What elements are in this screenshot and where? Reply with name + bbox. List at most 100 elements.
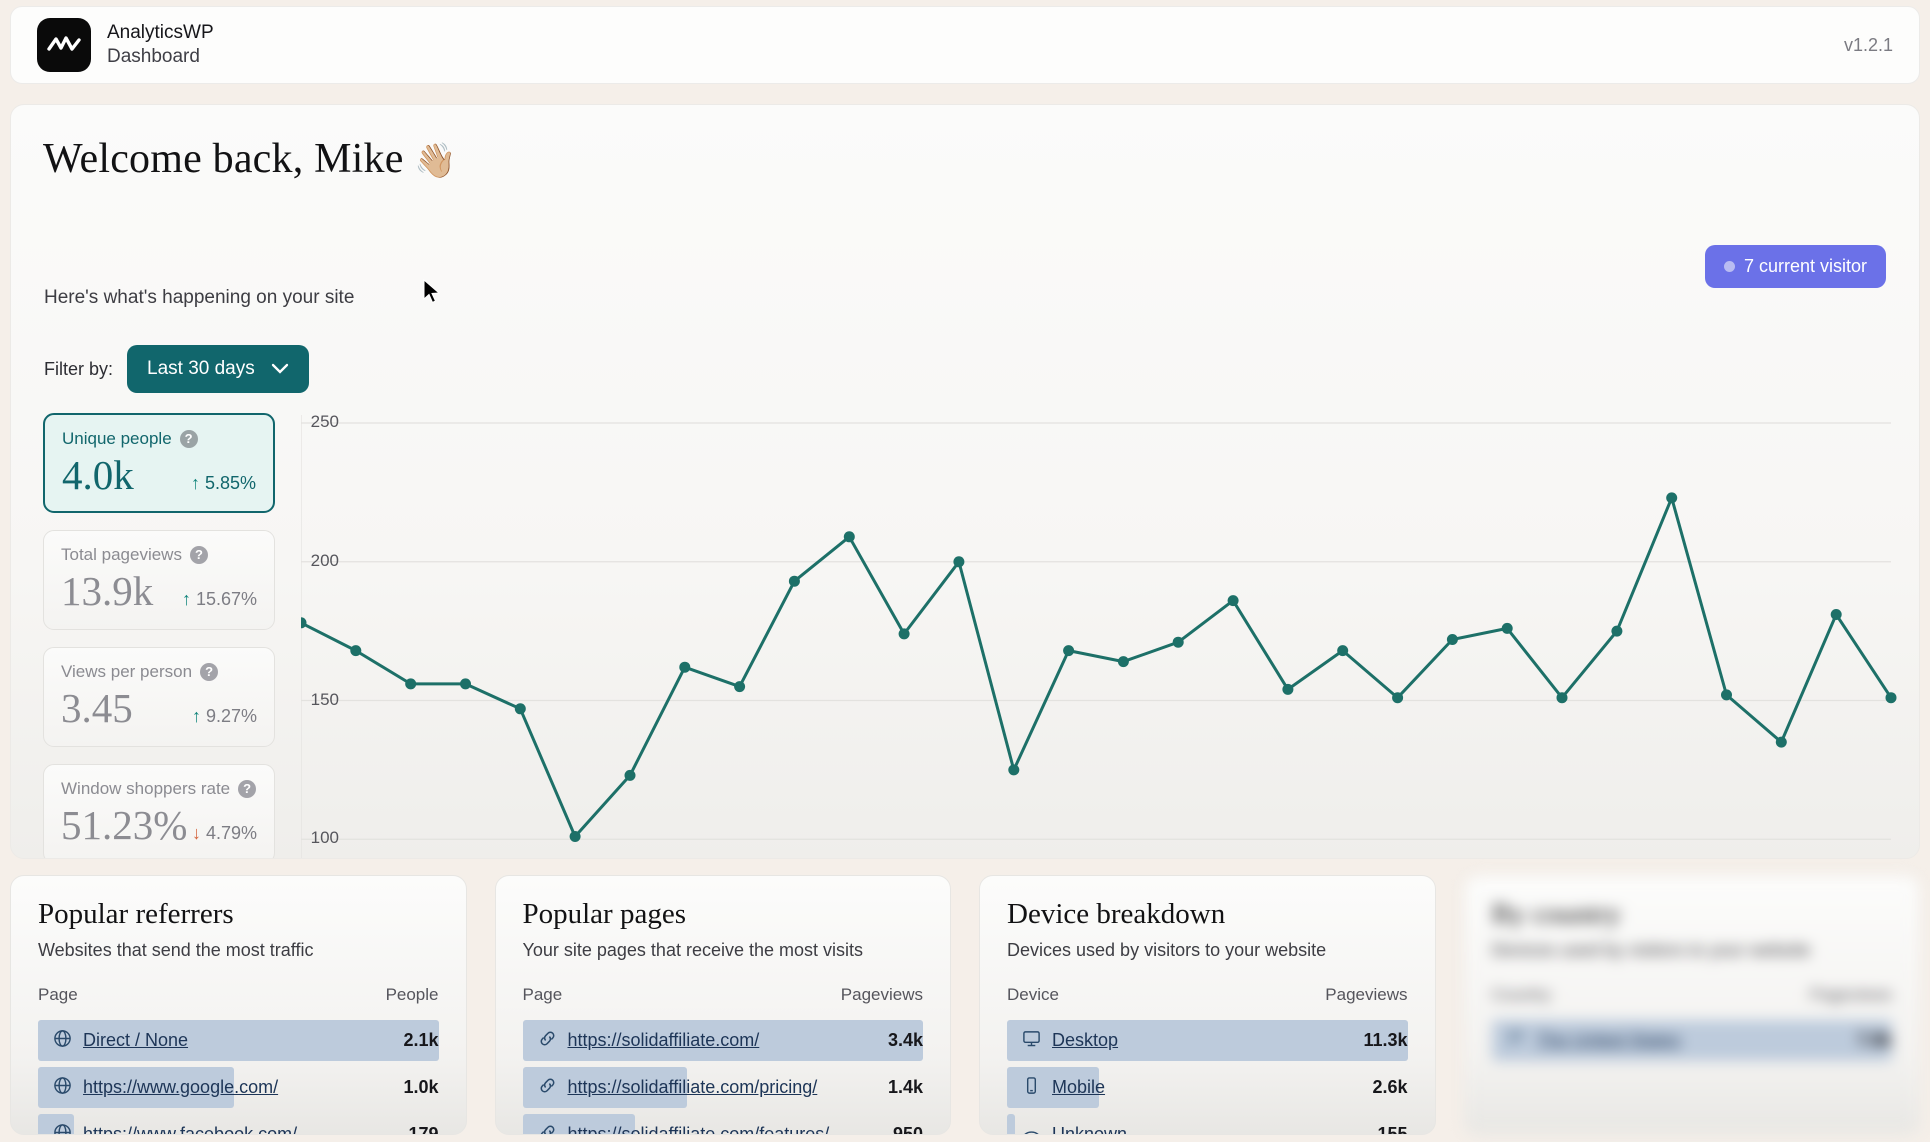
table-row[interactable]: Desktop 11.3k [1007,1017,1408,1064]
page-subtitle: Here's what's happening on your site [44,287,355,308]
card-subtitle: Your site pages that receive the most vi… [522,940,864,960]
arrow-up-icon: ↑ [181,589,191,609]
row-label-link[interactable]: https://www.google.com/ [83,1077,278,1098]
metric-value: 13.9k [61,568,154,614]
metric-value-row: 3.45 ↑ 9.27% [61,684,257,732]
card-row-list: Desktop 11.3k Mobile 2.6k Unknown 155 [1007,1017,1408,1135]
row-label-link[interactable]: https://solidaffiliate.com/features/ [568,1124,830,1134]
arrow-up-icon: ↑ [190,473,200,493]
table-row[interactable]: https://solidaffiliate.com/pricing/1.4k [522,1064,923,1111]
metric-delta-value: 4.79% [205,823,257,843]
row-value: 11.3k [1363,1030,1408,1050]
help-icon[interactable]: ? [179,430,198,448]
metric-label: Total pageviews [61,545,182,564]
row-label-link[interactable]: https://www.facebook.com/ [83,1124,297,1134]
row-value: 2.6k [1372,1077,1408,1097]
card-row-list: https://solidaffiliate.com/3.4k https://s… [522,1017,923,1135]
table-row[interactable]: Direct / None 2.1k [38,1017,439,1064]
metric-value: 3.45 [61,685,133,731]
table-row[interactable]: Unknown 155 [1007,1111,1408,1135]
link-icon [538,1029,557,1053]
metric-delta-value: 5.85% [204,473,256,493]
row-label-link[interactable]: Desktop [1052,1030,1118,1051]
row-value: 1.0k [403,1077,439,1097]
column-header-left: Page [38,985,78,1004]
metric-card-window-shoppers-rate[interactable]: Window shoppers rate ? 51.23% ↓ 4.79% [43,764,275,858]
chart-y-tick: 250 [310,412,339,431]
row-label-group: https://solidaffiliate.com/ [523,1029,760,1053]
metric-label-row: Window shoppers rate ? [61,779,257,799]
metric-label: Window shoppers rate [61,779,231,798]
version-label: v1.2.1 [1843,34,1893,55]
overview-panel: Welcome back, Mike 👋🏼 Here's what's happ… [10,104,1920,859]
metric-value: 51.23% [61,802,188,848]
column-header-right: Pageviews [840,985,923,1004]
card-title: Popular referrers [38,898,234,930]
aw-logo-icon [37,18,91,72]
metric-card-views-per-person[interactable]: Views per person ? 3.45 ↑ 9.27% [43,647,275,747]
card-title: By country [1491,898,1622,930]
page-title: Welcome back, Mike 👋🏼 [43,135,457,183]
brand-subtitle: Dashboard [107,46,200,67]
globe-icon [53,1029,72,1053]
row-value: 7.8k [1856,1030,1892,1050]
row-label-group: Desktop [1007,1029,1118,1053]
column-header-left: Page [522,985,563,1004]
app-header: AnalyticsWP Dashboard v1.2.1 [10,6,1920,84]
help-icon[interactable]: ? [189,546,208,564]
row-label-group: Direct / None [38,1029,188,1053]
date-range-dropdown[interactable]: Last 30 days [127,345,309,393]
unknown-device-icon [1022,1123,1041,1134]
metric-card-unique-people[interactable]: Unique people ? 4.0k ↑ 5.85% [43,413,275,513]
row-value: 950 [892,1124,923,1135]
column-header-right: Pageviews [1809,985,1892,1004]
metric-delta: ↓ 4.79% [192,823,257,844]
table-row[interactable]: https://solidaffiliate.com/features/950 [522,1111,923,1135]
card-column-headers: Page People [38,985,439,1009]
wave-icon: 👋🏼 [414,143,457,180]
row-label-link[interactable]: Mobile [1052,1077,1105,1098]
filter-row: Filter by: Last 30 days [44,345,309,393]
table-row[interactable]: https://www.google.com/1.0k [38,1064,439,1111]
chart-y-tick: 200 [310,550,339,570]
help-icon[interactable]: ? [200,663,219,681]
arrow-up-icon: ↑ [191,706,201,726]
table-row[interactable]: Mobile 2.6k [1007,1064,1408,1111]
arrow-down-icon: ↓ [191,823,201,843]
filter-label: Filter by: [44,358,114,379]
mobile-icon [1022,1076,1041,1100]
current-visitors-label: 7 current visitor [1743,256,1867,276]
row-label-link[interactable]: The United States [1537,1030,1681,1051]
card-row-list: The United States 7.8k [1491,1017,1892,1064]
row-label-group: The United States [1492,1029,1681,1053]
help-icon[interactable]: ? [238,780,257,798]
table-row[interactable]: https://www.facebook.com/179 [38,1111,439,1134]
metric-label: Views per person [61,662,193,681]
table-row[interactable]: https://solidaffiliate.com/3.4k [522,1017,923,1064]
metric-label-row: Views per person ? [61,662,257,682]
row-label-link[interactable]: https://solidaffiliate.com/ [568,1030,760,1051]
metric-label: Unique people [62,429,172,448]
row-label-link[interactable]: Unknown [1052,1124,1127,1134]
metric-card-total-pageviews[interactable]: Total pageviews ? 13.9k ↑ 15.67% [43,530,275,630]
card-title: Popular pages [522,898,687,930]
row-value: 155 [1377,1124,1408,1135]
card-column-headers: Device Pageviews [1007,985,1408,1009]
row-label-link[interactable]: https://solidaffiliate.com/pricing/ [568,1077,818,1098]
brand-block: AnalyticsWP Dashboard [107,21,214,69]
column-header-left: Country [1491,985,1552,1004]
metric-value-row: 51.23% ↓ 4.79% [61,801,257,849]
desktop-icon [1022,1029,1041,1053]
mouse-cursor-icon [423,278,441,304]
metric-delta-value: 15.67% [195,589,257,609]
insight-card-device-breakdown: Device breakdown Devices used by visitors… [979,875,1436,1135]
status-badge[interactable]: 7 current visitor [1704,245,1886,288]
row-label-link[interactable]: Direct / None [83,1030,188,1051]
column-header-right: Pageviews [1325,985,1408,1004]
link-icon [538,1123,557,1134]
table-row[interactable]: The United States 7.8k [1491,1017,1892,1064]
row-value: 2.1k [403,1030,439,1050]
metric-delta-value: 9.27% [205,706,257,726]
row-label-group: https://www.google.com/ [38,1076,278,1100]
card-subtitle: Websites that send the most traffic [38,940,314,960]
